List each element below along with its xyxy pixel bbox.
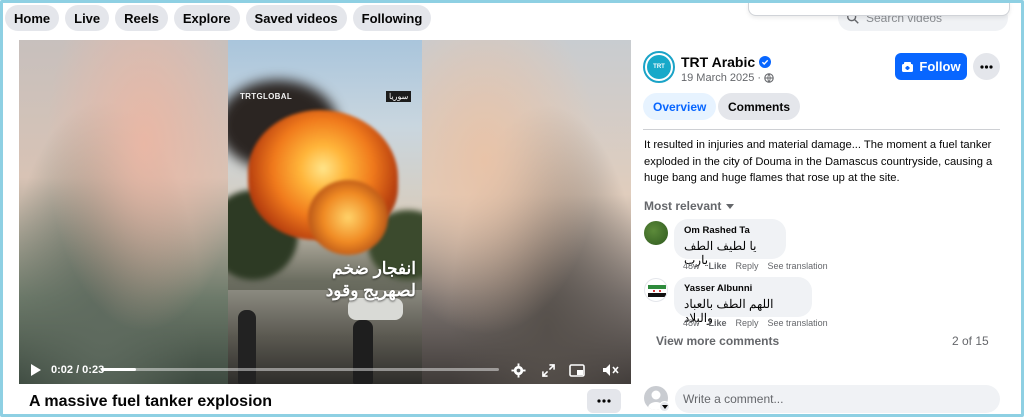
fireball-lower — [308, 180, 388, 255]
video-progress-bar[interactable] — [101, 368, 499, 371]
pip-button[interactable] — [568, 362, 586, 378]
settings-button[interactable] — [510, 362, 526, 378]
video-blur-right — [422, 40, 631, 384]
comment-age[interactable]: 48w — [683, 261, 700, 271]
follow-page-icon — [902, 61, 914, 72]
video-player[interactable]: TRTGLOBAL سوريا انفجار ضخم لصهريج وقود 0… — [19, 40, 631, 384]
comment-sort-dropdown[interactable]: Most relevant — [644, 199, 735, 213]
nav-reels[interactable]: Reels — [115, 5, 168, 31]
nav-live[interactable]: Live — [65, 5, 110, 31]
post-description: It resulted in injuries and material dam… — [644, 139, 993, 184]
comment-like-button[interactable]: Like — [709, 318, 727, 328]
expand-icon — [541, 363, 555, 377]
video-caption-line: لصهريج وقود — [325, 281, 416, 300]
dropdown-popover — [748, 2, 1010, 16]
nav-explore[interactable]: Explore — [173, 5, 240, 31]
post-date: 19 March 2025 · — [681, 72, 774, 84]
comment-translate-link[interactable]: See translation — [768, 261, 828, 271]
more-horizontal-icon — [597, 399, 611, 403]
follow-button-label: Follow — [919, 59, 961, 74]
comment-author[interactable]: Om Rashed Ta — [684, 225, 776, 236]
video-watermark-arabic: سوريا — [386, 91, 412, 102]
video-frame: TRTGLOBAL سوريا انفجار ضخم لصهريج وقود — [228, 40, 422, 384]
video-more-button[interactable] — [587, 389, 621, 413]
view-more-comments-link[interactable]: View more comments — [656, 334, 779, 348]
comment-author[interactable]: Yasser Albunni — [684, 283, 802, 294]
video-watermark: TRTGLOBAL — [240, 92, 293, 101]
nav-following[interactable]: Following — [352, 5, 432, 31]
more-horizontal-icon — [980, 64, 993, 69]
verified-badge-icon — [759, 56, 772, 68]
comment-input[interactable] — [675, 385, 1000, 413]
comment-bubble: Yasser Albunni اللهم الطف بالعباد والبلا… — [674, 277, 812, 325]
gear-icon — [510, 362, 526, 378]
follow-button[interactable]: Follow — [895, 53, 967, 80]
tab-overview[interactable]: Overview — [643, 93, 717, 120]
chevron-down-icon — [661, 404, 668, 409]
comment-age[interactable]: 48w — [683, 318, 700, 328]
post-date-text[interactable]: 19 March 2025 · — [681, 72, 761, 84]
chevron-down-icon — [726, 203, 735, 209]
comment-translate-link[interactable]: See translation — [768, 318, 828, 328]
account-switcher-button[interactable] — [659, 401, 670, 412]
video-blur-left — [19, 40, 228, 384]
play-icon — [31, 364, 41, 376]
volume-muted-icon — [602, 364, 619, 376]
mute-button[interactable] — [601, 362, 619, 378]
page-avatar-logo: TRT — [647, 55, 671, 79]
comment-reply-button[interactable]: Reply — [736, 261, 759, 271]
video-title: A massive fuel tanker explosion — [29, 393, 273, 410]
comment-actions: 48w Like Reply See translation — [683, 261, 828, 271]
commenter-avatar[interactable] — [644, 221, 668, 245]
picture-in-picture-icon — [569, 363, 585, 377]
comment-sort-label: Most relevant — [644, 199, 722, 213]
page-avatar[interactable]: TRT — [643, 51, 675, 83]
page-more-button[interactable] — [973, 53, 1000, 80]
page-name-text[interactable]: TRT Arabic — [681, 54, 755, 70]
comment-count: 2 of 15 — [952, 334, 989, 348]
globe-icon — [764, 73, 774, 83]
video-progress-fill — [101, 368, 136, 371]
divider — [643, 129, 1000, 130]
comment-bubble: Om Rashed Ta يا لطيف الطف يارب — [674, 219, 786, 267]
top-nav: Home Live Reels Explore Saved videos Fol… — [5, 5, 432, 31]
page-name[interactable]: TRT Arabic — [681, 54, 772, 70]
comment-actions: 48w Like Reply See translation — [683, 318, 828, 328]
video-caption-line: انفجار ضخم — [332, 259, 416, 278]
play-button[interactable] — [29, 363, 43, 377]
nav-home[interactable]: Home — [5, 5, 60, 31]
tab-comments[interactable]: Comments — [718, 93, 801, 120]
video-controls: 0:02 / 0:23 — [19, 356, 631, 384]
video-time: 0:02 / 0:23 — [51, 364, 105, 376]
commenter-avatar[interactable] — [644, 278, 668, 302]
comment-like-button[interactable]: Like — [709, 261, 727, 271]
flag-avatar-icon — [648, 285, 666, 297]
comment-reply-button[interactable]: Reply — [736, 318, 759, 328]
nav-saved-videos[interactable]: Saved videos — [245, 5, 347, 31]
fullscreen-button[interactable] — [540, 362, 556, 378]
video-caption: انفجار ضخم لصهريج وقود — [266, 258, 416, 302]
